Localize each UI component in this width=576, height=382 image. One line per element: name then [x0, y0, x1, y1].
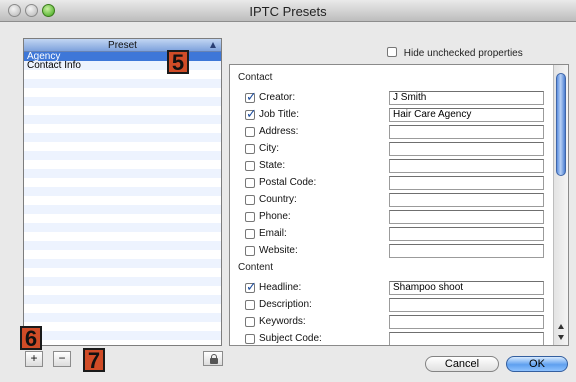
country-checkbox[interactable]: [245, 195, 255, 205]
job-title-checkbox[interactable]: [245, 107, 257, 122]
annotation-badge-7: 7: [83, 348, 105, 372]
website-field[interactable]: [389, 244, 544, 258]
email-label: Email:: [259, 228, 287, 239]
property-keywords: Keywords:: [245, 315, 563, 329]
ok-button[interactable]: OK: [506, 356, 568, 372]
website-checkbox[interactable]: [245, 246, 255, 256]
property-email: Email:: [245, 227, 563, 241]
subject-code-checkbox[interactable]: [245, 334, 255, 344]
postal-code-field[interactable]: [389, 176, 544, 190]
property-country: Country:: [245, 193, 563, 207]
scrollbar-thumb[interactable]: [556, 73, 566, 176]
sort-ascending-icon: [210, 42, 216, 48]
annotation-badge-6: 6: [20, 326, 42, 350]
description-label: Description:: [259, 299, 312, 310]
section-content-title: Content: [238, 262, 274, 273]
property-website: Website:: [245, 244, 563, 258]
email-checkbox[interactable]: [245, 229, 255, 239]
properties-scrollbar[interactable]: [553, 65, 568, 345]
postal-code-checkbox[interactable]: [245, 178, 255, 188]
preset-column-header[interactable]: Preset: [24, 39, 221, 52]
property-city: City:: [245, 142, 563, 156]
country-label: Country:: [259, 194, 297, 205]
phone-field[interactable]: [389, 210, 544, 224]
creator-label: Creator:: [259, 92, 296, 103]
subject-code-label: Subject Code:: [259, 333, 322, 344]
creator-checkbox[interactable]: [245, 90, 257, 105]
property-address: Address:: [245, 125, 563, 139]
hide-unchecked-row[interactable]: Hide unchecked properties: [387, 47, 523, 59]
lock-button[interactable]: [203, 351, 223, 366]
creator-field[interactable]: J Smith: [389, 91, 544, 105]
address-label: Address:: [259, 126, 299, 137]
preset-column-label: Preset: [108, 40, 137, 51]
property-headline: Headline: Shampoo shoot: [245, 280, 563, 295]
address-checkbox[interactable]: [245, 127, 255, 137]
property-state: State:: [245, 159, 563, 173]
postal-code-label: Postal Code:: [259, 177, 317, 188]
section-contact-title: Contact: [238, 72, 273, 83]
headline-label: Headline:: [259, 282, 302, 293]
preset-item-contact-info[interactable]: Contact Info: [24, 61, 221, 71]
headline-checkbox[interactable]: [245, 280, 257, 295]
window-title: IPTC Presets: [249, 4, 327, 19]
property-subject-code: Subject Code:: [245, 332, 563, 345]
keywords-checkbox[interactable]: [245, 317, 255, 327]
state-checkbox[interactable]: [245, 161, 255, 171]
property-creator: Creator: J Smith: [245, 90, 563, 105]
property-description: Description:: [245, 298, 563, 312]
property-job-title: Job Title: Hair Care Agency: [245, 107, 563, 122]
state-field[interactable]: [389, 159, 544, 173]
headline-field[interactable]: Shampoo shoot: [389, 281, 544, 295]
preset-list-body: Agency Contact Info: [24, 52, 221, 345]
properties-panel: Contact Creator: J Smith Job Title: Hair…: [229, 64, 569, 346]
scroll-up-arrow-icon[interactable]: [558, 324, 564, 329]
hide-unchecked-label: Hide unchecked properties: [403, 48, 523, 59]
keywords-field[interactable]: [389, 315, 544, 329]
phone-label: Phone:: [259, 211, 291, 222]
property-postal-code: Postal Code:: [245, 176, 563, 190]
city-field[interactable]: [389, 142, 544, 156]
remove-preset-button[interactable]: −: [53, 351, 71, 367]
job-title-label: Job Title:: [259, 109, 300, 120]
state-label: State:: [259, 160, 286, 171]
keywords-label: Keywords:: [259, 316, 306, 327]
annotation-badge-5: 5: [167, 50, 189, 74]
scroll-down-arrow-icon[interactable]: [558, 335, 564, 340]
window-titlebar: IPTC Presets: [0, 0, 576, 22]
city-label: City:: [259, 143, 279, 154]
preset-list[interactable]: Preset Agency Contact Info: [23, 38, 222, 346]
country-field[interactable]: [389, 193, 544, 207]
add-preset-button[interactable]: +: [25, 351, 43, 367]
property-phone: Phone:: [245, 210, 563, 224]
cancel-button[interactable]: Cancel: [425, 356, 499, 372]
subject-code-field[interactable]: [389, 332, 544, 345]
hide-unchecked-checkbox[interactable]: [387, 47, 397, 57]
website-label: Website:: [259, 245, 298, 256]
description-field[interactable]: [389, 298, 544, 312]
email-field[interactable]: [389, 227, 544, 241]
city-checkbox[interactable]: [245, 144, 255, 154]
phone-checkbox[interactable]: [245, 212, 255, 222]
address-field[interactable]: [389, 125, 544, 139]
description-checkbox[interactable]: [245, 300, 255, 310]
job-title-field[interactable]: Hair Care Agency: [389, 108, 544, 122]
dialog-content: Preset Agency Contact Info 5 6 7 + − Hid…: [0, 22, 576, 382]
